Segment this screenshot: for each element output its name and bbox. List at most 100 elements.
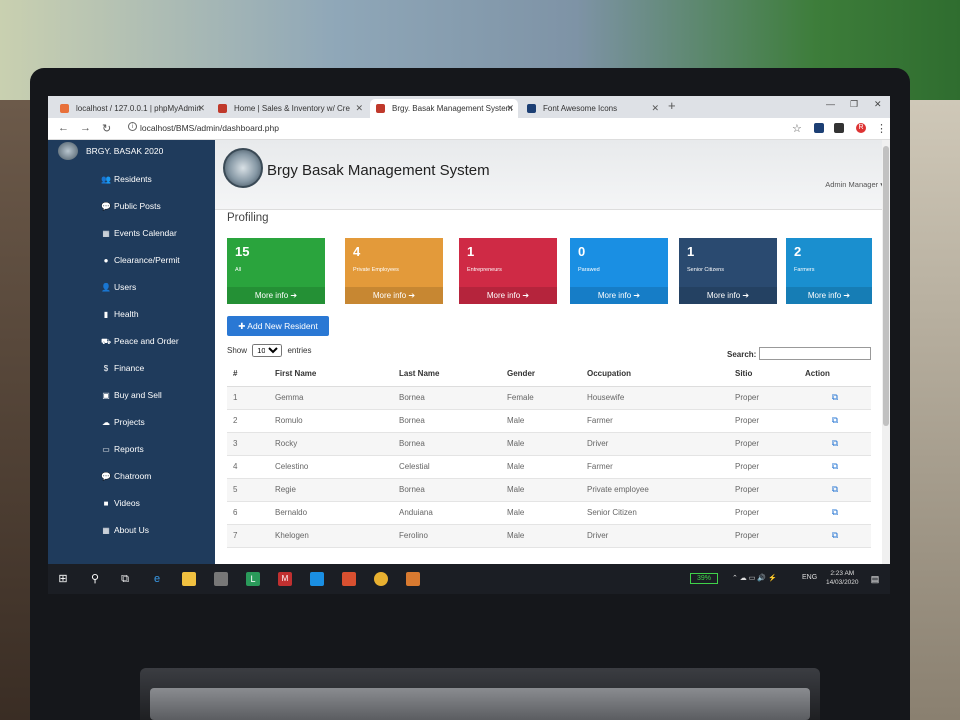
column-header-sitio[interactable]: Sitio (729, 362, 799, 387)
forward-icon[interactable]: → (80, 122, 91, 134)
sidebar-item-public-posts[interactable]: 💬 Public Posts (48, 193, 215, 220)
chat-icon: 💬 (101, 472, 111, 481)
sidebar-item-label: Reports (114, 444, 144, 454)
stat-count: 0 (578, 244, 586, 259)
task-view-icon[interactable]: ⧉ (118, 572, 132, 586)
sidebar-menu: 👥 Residents 💬 Public Posts ▦ Events Calenda… (48, 166, 215, 544)
mail-icon[interactable] (310, 572, 324, 586)
more-info-link[interactable]: More info ➔ (679, 287, 777, 304)
file-explorer-icon[interactable] (182, 572, 196, 586)
system-tray-icons[interactable]: ⌃ ☁ ▭ 🔊 ⚡ (732, 574, 777, 582)
stat-card-private-employees: 4 Private Employees More info ➔ (345, 238, 443, 304)
tab-font-awesome[interactable]: Font Awesome Icons ✕ (521, 99, 663, 118)
language-indicator[interactable]: ENG (802, 574, 817, 581)
chrome-icon[interactable] (374, 572, 388, 586)
close-window-icon[interactable]: ✕ (874, 99, 882, 110)
store-icon[interactable] (214, 572, 228, 586)
more-info-link[interactable]: More info ➔ (345, 287, 443, 304)
edit-icon[interactable]: ⧉ (799, 478, 871, 502)
edit-icon[interactable]: ⧉ (799, 409, 871, 433)
users-icon: 👥 (101, 175, 111, 184)
sidebar-item-reports[interactable]: ▭ Reports (48, 436, 215, 463)
cell-gender: Female (501, 386, 581, 410)
tab-close-icon[interactable]: ✕ (355, 99, 363, 118)
sublime-text-icon[interactable] (406, 572, 420, 586)
cell-occupation: Farmer (581, 409, 729, 433)
reload-icon[interactable]: ↻ (102, 122, 111, 135)
column-header-gender[interactable]: Gender (501, 362, 581, 387)
column-header-number[interactable]: # (227, 362, 269, 387)
tab-close-icon[interactable]: ✕ (197, 99, 205, 118)
column-header-first-name[interactable]: First Name (269, 362, 393, 387)
edit-icon[interactable]: ⧉ (799, 432, 871, 456)
brand-title[interactable]: BRGY. BASAK 2020 (86, 146, 163, 156)
column-header-action: Action (799, 362, 871, 387)
sidebar-item-label: Projects (114, 417, 145, 427)
sidebar-item-label: Health (114, 309, 139, 319)
column-header-last-name[interactable]: Last Name (393, 362, 501, 387)
windows-start-icon[interactable]: ⊞ (56, 572, 70, 586)
sidebar-item-chatroom[interactable]: 💬 Chatroom (48, 463, 215, 490)
extension-icon[interactable] (834, 123, 844, 133)
cell-last-name: Anduiana (393, 501, 501, 525)
cell-number: 1 (227, 386, 269, 410)
cell-last-name: Bornea (393, 478, 501, 502)
tab-sales-inventory[interactable]: Home | Sales & Inventory w/ Cre ✕ (212, 99, 367, 118)
mcafee-icon[interactable]: M (278, 572, 292, 586)
more-info-link[interactable]: More info ➔ (459, 287, 557, 304)
sidebar-item-about-us[interactable]: ▦ About Us (48, 517, 215, 544)
xampp-icon[interactable] (342, 572, 356, 586)
column-header-occupation[interactable]: Occupation (581, 362, 729, 387)
scrollbar-thumb[interactable] (883, 146, 889, 426)
notifications-icon[interactable]: ▤ (868, 572, 882, 586)
sidebar-item-finance[interactable]: $ Finance (48, 355, 215, 382)
cell-number: 2 (227, 409, 269, 433)
page-scrollbar[interactable] (882, 140, 890, 564)
back-icon[interactable]: ← (58, 122, 69, 134)
sidebar-item-events-calendar[interactable]: ▦ Events Calendar (48, 220, 215, 247)
cell-first-name: Khelogen (269, 524, 393, 548)
add-new-resident-button[interactable]: ✚ Add New Resident (227, 316, 329, 336)
edge-browser-icon[interactable]: e (150, 572, 164, 586)
sidebar-item-buy-and-sell[interactable]: ▣ Buy and Sell (48, 382, 215, 409)
profile-avatar[interactable]: R (856, 123, 866, 133)
sidebar-item-clearance-permit[interactable]: ● Clearance/Permit (48, 247, 215, 274)
stat-card-all: 15 All More info ➔ (227, 238, 325, 304)
sidebar-item-videos[interactable]: ■ Videos (48, 490, 215, 517)
admin-user-dropdown[interactable]: Admin Manager ▾ (825, 180, 884, 189)
shopping-bag-icon: ▣ (102, 391, 110, 400)
edit-icon[interactable]: ⧉ (799, 524, 871, 548)
launcher-l-icon[interactable]: L (246, 572, 260, 586)
sidebar-item-peace-and-order[interactable]: ⛟ Peace and Order (48, 328, 215, 355)
sidebar-item-projects[interactable]: ☁ Projects (48, 409, 215, 436)
sidebar-item-users[interactable]: 👤 Users (48, 274, 215, 301)
search-icon[interactable]: ⚲ (88, 572, 102, 586)
tab-close-icon[interactable]: ✕ (506, 99, 514, 118)
restore-icon[interactable]: ❐ (850, 99, 858, 110)
new-tab-icon[interactable]: + (668, 98, 676, 113)
more-info-link[interactable]: More info ➔ (570, 287, 668, 304)
more-info-link[interactable]: More info ➔ (227, 287, 325, 304)
edit-icon[interactable]: ⧉ (799, 455, 871, 479)
menu-kebab-icon[interactable]: ⋮ (876, 122, 887, 135)
battery-indicator[interactable]: 39% (690, 573, 718, 584)
entries-select[interactable]: 10 (252, 344, 283, 357)
info-icon[interactable]: i (128, 122, 137, 131)
edit-icon[interactable]: ⧉ (799, 386, 871, 410)
circle-icon: ● (103, 256, 109, 265)
minimize-icon[interactable]: — (826, 99, 835, 109)
extension-shield-icon[interactable] (814, 123, 824, 133)
sidebar-item-residents[interactable]: 👥 Residents (48, 166, 215, 193)
taskbar-clock[interactable]: 2:23 AM 14/03/2020 (826, 569, 859, 587)
cell-occupation: Driver (581, 524, 729, 548)
bookmark-star-icon[interactable]: ☆ (792, 122, 802, 135)
edit-icon[interactable]: ⧉ (799, 501, 871, 525)
tab-close-icon[interactable]: ✕ (651, 99, 659, 118)
tab-brgy-basak[interactable]: Brgy. Basak Management System ✕ (370, 99, 518, 118)
table-row: 6 Bernaldo Anduiana Male Senior Citizen … (227, 501, 871, 525)
sidebar-item-health[interactable]: ▮ Health (48, 301, 215, 328)
more-info-link[interactable]: More info ➔ (786, 287, 872, 304)
search-input[interactable] (759, 347, 871, 360)
tab-phpmyadmin[interactable]: localhost / 127.0.0.1 | phpMyAdmin ✕ (54, 99, 209, 118)
url-text[interactable]: localhost/BMS/admin/dashboard.php (140, 123, 279, 133)
